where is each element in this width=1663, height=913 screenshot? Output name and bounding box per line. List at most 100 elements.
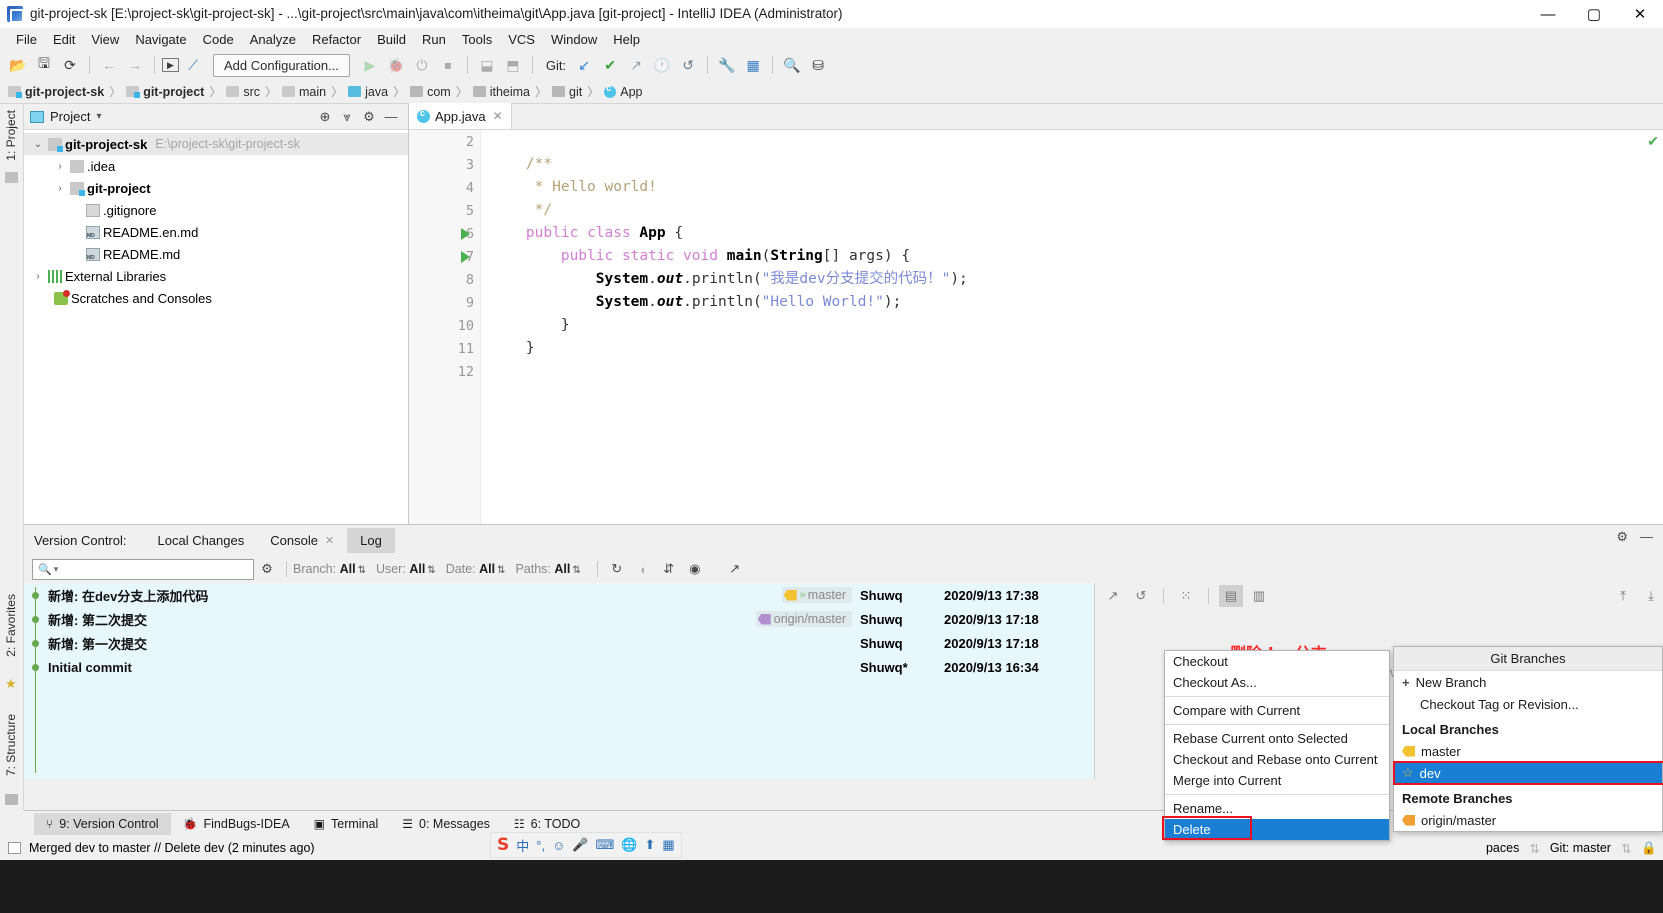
- revert-icon[interactable]: ↺: [676, 53, 700, 77]
- intellisort-icon[interactable]: ◉: [682, 558, 708, 580]
- gear-icon[interactable]: ⚙: [358, 106, 380, 128]
- run-anything-icon[interactable]: ▶: [162, 58, 179, 72]
- update-project-icon[interactable]: ↙: [572, 53, 596, 77]
- close-icon[interactable]: ✕: [493, 109, 503, 123]
- hide-panel-icon[interactable]: —: [1640, 529, 1653, 545]
- log-search-input[interactable]: 🔍▾: [32, 559, 254, 580]
- branch-item-master[interactable]: master: [1394, 740, 1662, 762]
- run-configuration-selector[interactable]: Add Configuration...: [213, 54, 350, 77]
- filter-user[interactable]: User: All⇅: [376, 562, 436, 576]
- bottom-item-terminal[interactable]: ▣ Terminal: [302, 813, 391, 835]
- tree-item-gitignore[interactable]: .gitignore: [24, 199, 408, 221]
- expand-arrow-icon[interactable]: ›: [52, 161, 68, 172]
- tree-item-readme[interactable]: README.md: [24, 243, 408, 265]
- breadcrumb-item-5[interactable]: com: [410, 85, 451, 99]
- sync-icon[interactable]: ⟳: [58, 53, 82, 77]
- expand-arrow-icon[interactable]: ⌄: [30, 139, 46, 150]
- run-icon[interactable]: ▶: [358, 53, 382, 77]
- menu-item-rename[interactable]: Rename...: [1165, 798, 1389, 819]
- attach-icon[interactable]: ⬒: [501, 53, 525, 77]
- close-button[interactable]: ✕: [1617, 0, 1663, 28]
- breadcrumb-item-7[interactable]: git: [552, 85, 582, 99]
- sogou-icon[interactable]: S: [497, 835, 509, 855]
- push-icon[interactable]: ↗: [624, 53, 648, 77]
- rail-favorites-label[interactable]: 2: Favorites: [4, 594, 18, 657]
- collapse-all-icon[interactable]: ⩔: [336, 106, 358, 128]
- commit-icon[interactable]: ✔: [598, 53, 622, 77]
- ime-mode-label[interactable]: 中: [516, 836, 529, 855]
- sort-icon[interactable]: ⇵: [656, 558, 682, 580]
- breadcrumb-item-0[interactable]: git-project-sk: [8, 85, 104, 99]
- open-project-icon[interactable]: 📂: [6, 53, 30, 77]
- breadcrumb-item-2[interactable]: src: [226, 85, 260, 99]
- indent-label[interactable]: paces: [1486, 841, 1519, 855]
- menu-help[interactable]: Help: [605, 30, 648, 49]
- history-icon[interactable]: 🕐: [650, 53, 674, 77]
- navigate-forward-icon[interactable]: →: [123, 53, 147, 77]
- bottom-item-messages[interactable]: ☰ 0: Messages: [390, 813, 502, 835]
- project-structure-icon[interactable]: ▦: [741, 53, 765, 77]
- menu-window[interactable]: Window: [543, 30, 605, 49]
- branch-tag[interactable]: origin/master: [756, 611, 852, 627]
- rail-project-icon[interactable]: [5, 172, 18, 183]
- filter-branch[interactable]: Branch: All⇅: [293, 562, 366, 576]
- filter-date[interactable]: Date: All⇅: [446, 562, 506, 576]
- revert-icon[interactable]: ↺: [1129, 585, 1153, 607]
- breadcrumb-item-4[interactable]: java: [348, 85, 388, 99]
- menu-view[interactable]: View: [83, 30, 127, 49]
- tree-item-scratches[interactable]: Scratches and Consoles: [24, 287, 408, 309]
- run-coverage-icon[interactable]: ⏻: [410, 53, 434, 77]
- search-everywhere-icon[interactable]: 🔍: [780, 53, 804, 77]
- table-row[interactable]: 新增: 第一次提交 Shuwq 2020/9/13 17:18: [24, 631, 1094, 655]
- close-icon[interactable]: ✕: [325, 534, 334, 547]
- cherry-pick-icon[interactable]: ↗: [1101, 585, 1125, 607]
- new-branch-item[interactable]: + New Branch: [1394, 671, 1662, 693]
- keyboard-icon[interactable]: ⌨: [596, 837, 615, 853]
- menu-edit[interactable]: Edit: [45, 30, 83, 49]
- code-content[interactable]: /** * Hello world! */ public class App {…: [481, 130, 1663, 524]
- table-row[interactable]: Initial commit Shuwq* 2020/9/13 16:34: [24, 655, 1094, 679]
- upload-icon[interactable]: ⬆: [645, 837, 656, 853]
- profile-icon[interactable]: ⬓: [475, 53, 499, 77]
- collapse-all-icon[interactable]: ⤓: [1639, 585, 1663, 607]
- tree-item-external-libraries[interactable]: › External Libraries: [24, 265, 408, 287]
- settings-wrench-icon[interactable]: 🔧: [715, 53, 739, 77]
- menu-code[interactable]: Code: [195, 30, 242, 49]
- rail-structure-icon[interactable]: [5, 794, 18, 805]
- checkout-tag-item[interactable]: Checkout Tag or Revision...: [1394, 693, 1662, 715]
- expand-all-icon[interactable]: ⤒: [1611, 585, 1635, 607]
- branch-item-origin-master[interactable]: origin/master: [1394, 809, 1662, 831]
- preview-bottom-icon[interactable]: ▤: [1219, 585, 1243, 607]
- group-icon[interactable]: ⁙: [1174, 585, 1198, 607]
- menu-run[interactable]: Run: [414, 30, 454, 49]
- hide-panel-icon[interactable]: —: [380, 106, 402, 128]
- rail-structure-label[interactable]: 7: Structure: [4, 714, 18, 776]
- menu-item-rebase-current-onto-selected[interactable]: Rebase Current onto Selected: [1165, 728, 1389, 749]
- git-branch-widget[interactable]: Git: master: [1550, 841, 1611, 855]
- maximize-button[interactable]: ▢: [1571, 0, 1617, 28]
- menu-item-merge-into-current[interactable]: Merge into Current: [1165, 770, 1389, 791]
- status-toggle-icon[interactable]: [8, 842, 21, 854]
- minimize-button[interactable]: —: [1525, 0, 1571, 28]
- bottom-item-version-control[interactable]: ⑂ 9: Version Control: [34, 813, 171, 835]
- code-editor[interactable]: 2 3 4 5 6 7 8 9 10 11 12 /** * Hello wor…: [409, 130, 1663, 524]
- refresh-icon[interactable]: ↻: [604, 558, 630, 580]
- save-all-icon[interactable]: 🖫: [32, 53, 56, 77]
- open-in-new-window-icon[interactable]: ↗: [722, 558, 748, 580]
- build-hammer-icon[interactable]: ⟋: [181, 53, 205, 77]
- gear-icon[interactable]: ⚙: [1616, 529, 1628, 545]
- commit-list[interactable]: 新增: 在dev分支上添加代码 » master Shuwq 2020/9/13…: [24, 583, 1094, 779]
- run-class-gutter-icon[interactable]: [461, 228, 470, 240]
- apps-icon[interactable]: ▦: [662, 837, 674, 853]
- menu-file[interactable]: File: [8, 30, 45, 49]
- menu-analyze[interactable]: Analyze: [242, 30, 304, 49]
- menu-vcs[interactable]: VCS: [500, 30, 543, 49]
- menu-item-checkout-and-rebase-onto-current[interactable]: Checkout and Rebase onto Current: [1165, 749, 1389, 770]
- tab-console[interactable]: Console✕: [257, 528, 347, 553]
- expand-arrow-icon[interactable]: ›: [30, 271, 46, 282]
- stop-icon[interactable]: ⏹: [436, 53, 460, 77]
- tab-log[interactable]: Log: [347, 528, 395, 553]
- preview-right-icon[interactable]: ▥: [1247, 585, 1271, 607]
- filter-paths[interactable]: Paths: All⇅: [515, 562, 580, 576]
- tab-app-java[interactable]: App.java ✕: [409, 103, 512, 129]
